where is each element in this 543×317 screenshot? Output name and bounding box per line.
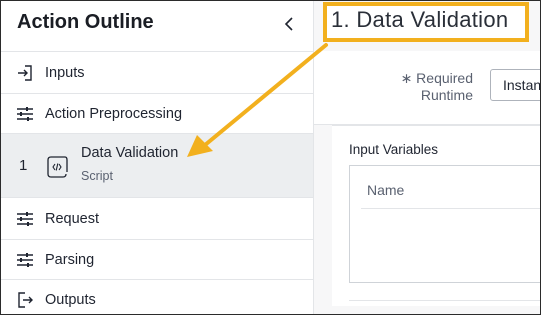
chevron-left-icon: [284, 17, 293, 31]
column-header-name: Name: [367, 182, 405, 198]
step-number: 1: [19, 157, 28, 174]
action-outline-sidebar: Action Outline Inputs Action Preprocessi…: [1, 1, 314, 314]
input-variables-label: Input Variables: [349, 142, 439, 157]
sidebar-item-label: Parsing: [45, 251, 95, 268]
sidebar-item-outputs[interactable]: Outputs: [1, 279, 313, 314]
required-runtime-label-line2: Runtime: [420, 87, 473, 103]
page-title: 1. Data Validation: [331, 7, 509, 32]
sidebar-item-data-validation[interactable]: 1: [1, 133, 313, 197]
divider: [349, 300, 540, 301]
sliders-icon: [15, 104, 35, 124]
sidebar-title: Action Outline: [17, 11, 154, 33]
sidebar-item-label: Request: [45, 210, 100, 227]
runtime-select[interactable]: Instan: [490, 69, 540, 101]
sidebar-item-sublabel: Script: [81, 169, 113, 183]
sidebar-item-label: Inputs: [45, 64, 85, 81]
sidebar-header: Action Outline: [1, 1, 313, 51]
sign-in-icon: [15, 63, 35, 83]
sidebar-item-inputs[interactable]: Inputs: [1, 51, 313, 93]
script-scroll-icon: [45, 154, 69, 185]
sidebar-item-request[interactable]: Request: [1, 197, 313, 239]
sign-out-icon: [15, 290, 35, 310]
sidebar-item-parsing[interactable]: Parsing: [1, 239, 313, 279]
required-runtime-label: ∗ Required: [400, 70, 473, 86]
collapse-sidebar-button[interactable]: [277, 11, 301, 37]
sliders-icon: [15, 250, 35, 270]
sidebar-item-label: Action Preprocessing: [45, 105, 183, 122]
app-frame: Action Outline Inputs Action Preprocessi…: [0, 0, 541, 315]
sidebar-item-action-preprocessing[interactable]: Action Preprocessing: [1, 93, 313, 133]
sidebar-item-label: Data Validation: [81, 145, 179, 161]
sidebar-item-label: Outputs: [45, 291, 96, 308]
sliders-icon: [15, 209, 35, 229]
